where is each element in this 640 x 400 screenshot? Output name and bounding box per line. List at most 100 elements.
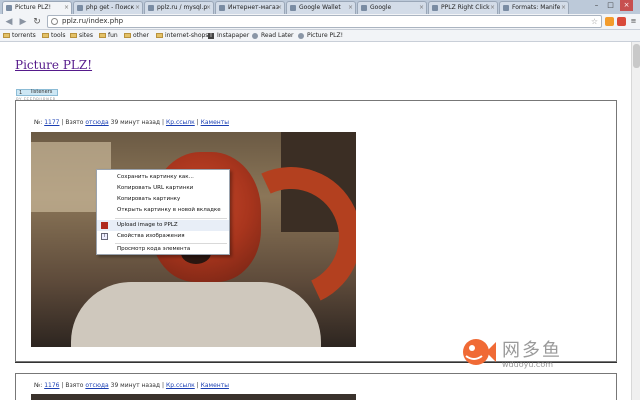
tab-label: Интернет-магаз (228, 4, 279, 11)
bookmark-folder-fun[interactable]: fun (99, 30, 118, 42)
bookmark-instapaper[interactable]: I Instapaper (208, 30, 249, 42)
separator: | (61, 382, 64, 389)
post-meta: №: 1176 | Взято отсюда 39 минут назад | … (34, 382, 229, 389)
bookmark-label: torrents (12, 32, 36, 39)
bookmark-star-icon[interactable]: ☆ (591, 16, 598, 27)
pplz-extension-icon[interactable] (617, 17, 626, 26)
page-favicon-icon (148, 5, 154, 11)
post-number-link[interactable]: 1177 (44, 119, 59, 126)
tab-pplz-mysql[interactable]: pplz.ru / mysql.p × (144, 1, 214, 14)
ctx-properties-label: Свойства изображения (117, 233, 185, 239)
bookmark-label: Picture PLZ! (307, 32, 344, 39)
bookmark-picture-plz[interactable]: Picture PLZ! (298, 30, 343, 42)
tab-pplz-right-click[interactable]: PPLZ Right Click × (428, 1, 498, 14)
ctx-upload-label: Upload image to PPLZ (117, 222, 178, 228)
close-icon[interactable]: × (561, 2, 566, 14)
ctx-open-image-new-tab[interactable]: Открыть картинку в новой вкладке (97, 205, 229, 216)
back-button[interactable]: ◀ (3, 16, 15, 28)
bookmark-folder-internet-shops[interactable]: internet-shops (156, 30, 208, 42)
forward-button[interactable]: ▶ (17, 16, 29, 28)
watermark-url: wduoyu.com (502, 360, 554, 369)
window-close-button[interactable]: × (620, 0, 633, 11)
close-icon[interactable]: × (206, 2, 211, 14)
tab-picture-plz[interactable]: Picture PLZ! × (2, 1, 72, 14)
post-num-label: №: (34, 119, 43, 126)
ctx-upload-to-pplz[interactable]: Upload image to PPLZ (97, 220, 229, 231)
vertical-scrollbar[interactable] (631, 42, 640, 400)
close-icon[interactable]: × (490, 2, 495, 14)
post-image[interactable] (31, 394, 356, 400)
source-link[interactable]: отсюда (85, 382, 108, 389)
short-link[interactable]: Кр.ссылк (166, 382, 195, 389)
taken-label: Взято (65, 382, 84, 389)
ctx-save-image[interactable]: Сохранить картинку как... (97, 172, 229, 183)
page-favicon-icon (6, 5, 12, 11)
tab-internet-shop[interactable]: Интернет-магаз × (215, 1, 285, 14)
ctx-inspect-element[interactable]: Просмотр кода элемента (97, 244, 229, 255)
folder-icon (42, 33, 49, 38)
post-number-link[interactable]: 1176 (44, 382, 59, 389)
comments-link[interactable]: Каменты (201, 119, 229, 126)
globe-icon (51, 18, 58, 25)
browser-toolbar: ◀ ▶ ↻ pplz.ru/index.php ☆ ≡ (0, 14, 640, 30)
address-text: pplz.ru/index.php (62, 17, 124, 25)
rss-extension-icon[interactable] (605, 17, 614, 26)
info-icon: i (101, 233, 108, 240)
address-bar[interactable]: pplz.ru/index.php ☆ (47, 15, 602, 28)
wrench-menu-icon[interactable]: ≡ (629, 17, 638, 26)
ctx-copy-image[interactable]: Копировать картинку (97, 194, 229, 205)
page-favicon-icon (503, 5, 509, 11)
feedburner-counter[interactable]: 1 listeners (16, 89, 58, 96)
folder-icon (3, 33, 10, 38)
watermark-text: 网多鱼 (502, 340, 562, 361)
folder-icon (124, 33, 131, 38)
bookmark-label: internet-shops (165, 32, 209, 39)
pplz-icon (101, 222, 108, 229)
minimize-button[interactable]: – (590, 0, 603, 11)
bookmark-folder-torrents[interactable]: torrents (3, 30, 36, 42)
maximize-button[interactable]: □ (604, 0, 617, 11)
tab-label: Picture PLZ! (15, 4, 52, 11)
bookmark-label: Read Later (261, 32, 294, 39)
tab-google-wallet[interactable]: Google Wallet × (286, 1, 356, 14)
comments-link[interactable]: Каменты (201, 382, 229, 389)
page-favicon-icon (219, 5, 225, 11)
tab-php-get[interactable]: php get - Поиск × (73, 1, 143, 14)
separator: | (162, 119, 165, 126)
short-link[interactable]: Кр.ссылк (166, 119, 195, 126)
ctx-copy-image-url[interactable]: Копировать URL картинки (97, 183, 229, 194)
bookmarks-bar: torrents tools sites fun other internet-… (0, 30, 640, 42)
close-icon[interactable]: × (64, 2, 69, 14)
folder-icon (156, 33, 163, 38)
tab-strip: Picture PLZ! × php get - Поиск × pplz.ru /… (0, 0, 640, 14)
page-favicon-icon (290, 5, 296, 11)
page-favicon-icon (361, 5, 367, 11)
bookmark-label: tools (51, 32, 66, 39)
tab-label: Google (370, 4, 392, 11)
post-time: 39 минут назад (110, 382, 161, 389)
page-icon (298, 33, 304, 39)
bookmark-folder-sites[interactable]: sites (70, 30, 93, 42)
bookmark-label: fun (108, 32, 118, 39)
close-icon[interactable]: × (135, 2, 140, 14)
tab-label: php get - Поиск (86, 4, 135, 11)
bookmark-folder-tools[interactable]: tools (42, 30, 66, 42)
close-icon[interactable]: × (348, 2, 353, 14)
tab-google[interactable]: Google × (357, 1, 427, 14)
site-title-link[interactable]: Picture PLZ! (15, 58, 92, 72)
tab-formats-manifest[interactable]: Formats: Manife × (499, 1, 569, 14)
bookmark-label: Instapaper (217, 32, 250, 39)
bookmark-label: other (133, 32, 149, 39)
ctx-image-properties[interactable]: i Свойства изображения (97, 231, 229, 242)
bookmark-read-later[interactable]: Read Later (252, 30, 294, 42)
bookmark-folder-other[interactable]: other (124, 30, 149, 42)
scrollbar-thumb[interactable] (633, 44, 640, 68)
post-meta: №: 1177 | Взято отсюда 39 минут назад | … (34, 119, 229, 126)
close-icon[interactable]: × (277, 2, 282, 14)
close-icon[interactable]: × (419, 2, 424, 14)
tab-label: Google Wallet (299, 4, 341, 11)
separator: | (162, 382, 165, 389)
reload-button[interactable]: ↻ (31, 16, 43, 28)
source-link[interactable]: отсюда (85, 119, 108, 126)
taken-label: Взято (65, 119, 84, 126)
